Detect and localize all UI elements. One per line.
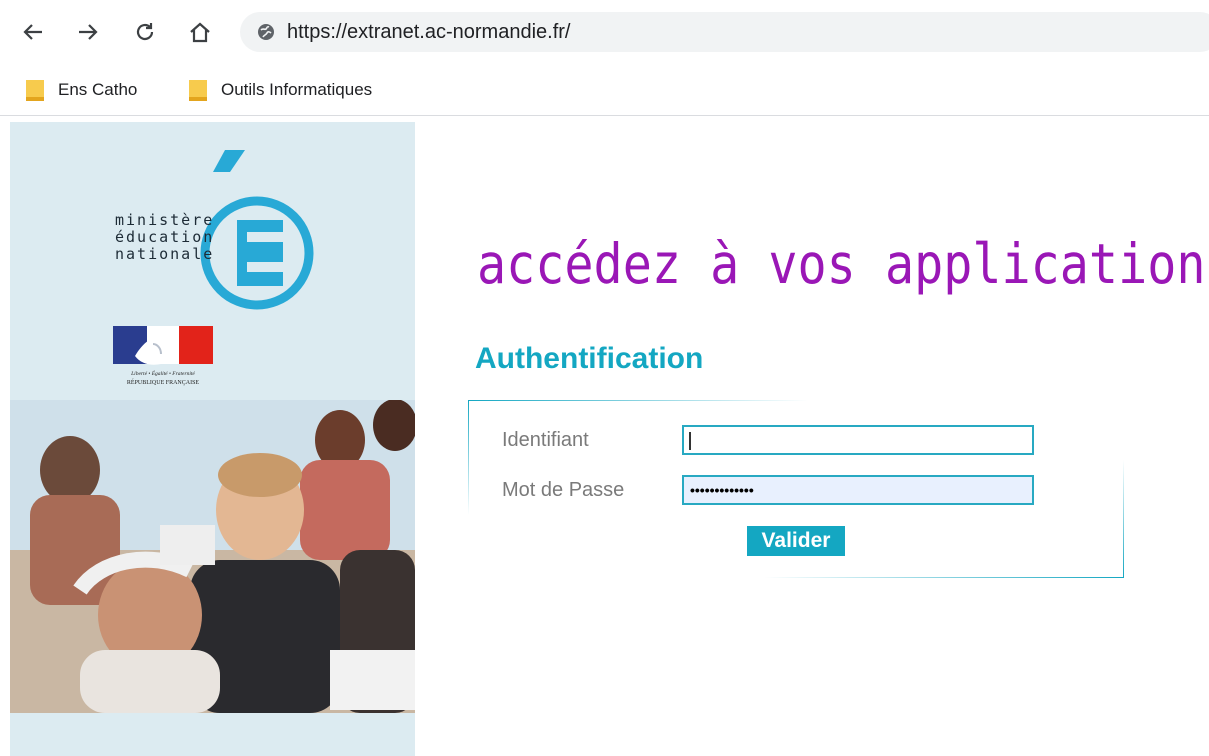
bookmark-label: Ens Catho bbox=[58, 80, 138, 99]
republique-name: RÉPUBLIQUE FRANÇAISE bbox=[127, 378, 200, 386]
bookmark-ens-catho[interactable]: Ens Catho bbox=[26, 77, 137, 103]
students-photo bbox=[10, 400, 415, 713]
page-info-icon[interactable] bbox=[257, 23, 275, 41]
text-caret bbox=[689, 432, 691, 450]
password-value: ••••••••••••• bbox=[690, 482, 754, 498]
password-label: Mot de Passe bbox=[502, 479, 625, 501]
main-content: accédez à vos applications Authentificat… bbox=[415, 122, 1209, 756]
logo-line: ministère bbox=[115, 211, 215, 229]
password-field[interactable]: ••••••••••••• bbox=[682, 475, 1034, 505]
auth-title: Authentification bbox=[475, 342, 704, 375]
login-form: Identifiant Mot de Passe ••••••••••••• V… bbox=[468, 400, 1124, 578]
submit-button[interactable]: Valider bbox=[747, 526, 845, 556]
page-headline: accédez à vos applications bbox=[477, 232, 1209, 296]
forward-arrow-icon[interactable] bbox=[73, 17, 103, 47]
url-text: https://extranet.ac-normandie.fr/ bbox=[287, 21, 571, 43]
ministere-logo-text: ministère éducation nationale bbox=[115, 212, 214, 263]
reload-icon[interactable] bbox=[130, 17, 160, 47]
form-border-right bbox=[1123, 460, 1124, 578]
form-border-top bbox=[468, 400, 808, 401]
folder-icon bbox=[26, 80, 44, 101]
home-icon[interactable] bbox=[185, 17, 215, 47]
republique-motto: Liberté • Égalité • Fraternité bbox=[130, 369, 195, 377]
republique-francaise-logo: Liberté • Égalité • Fraternité RÉPUBLIQU… bbox=[113, 326, 213, 386]
address-bar[interactable]: https://extranet.ac-normandie.fr/ bbox=[240, 12, 1209, 52]
browser-toolbar: https://extranet.ac-normandie.fr/ bbox=[0, 0, 1209, 66]
folder-icon bbox=[189, 80, 207, 101]
bookmark-label: Outils Informatiques bbox=[221, 80, 373, 99]
username-field[interactable] bbox=[682, 425, 1034, 455]
form-border-bottom bbox=[764, 577, 1124, 578]
logo-line: nationale bbox=[115, 245, 215, 263]
left-panel: ministère éducation nationale Liberté • … bbox=[10, 122, 415, 756]
back-arrow-icon[interactable] bbox=[18, 17, 48, 47]
bookmarks-bar: Ens Catho Outils Informatiques bbox=[0, 66, 1209, 116]
bookmark-outils-informatiques[interactable]: Outils Informatiques bbox=[189, 77, 372, 103]
form-border-left bbox=[468, 400, 469, 515]
username-label: Identifiant bbox=[502, 429, 589, 451]
logo-line: éducation bbox=[115, 228, 215, 246]
